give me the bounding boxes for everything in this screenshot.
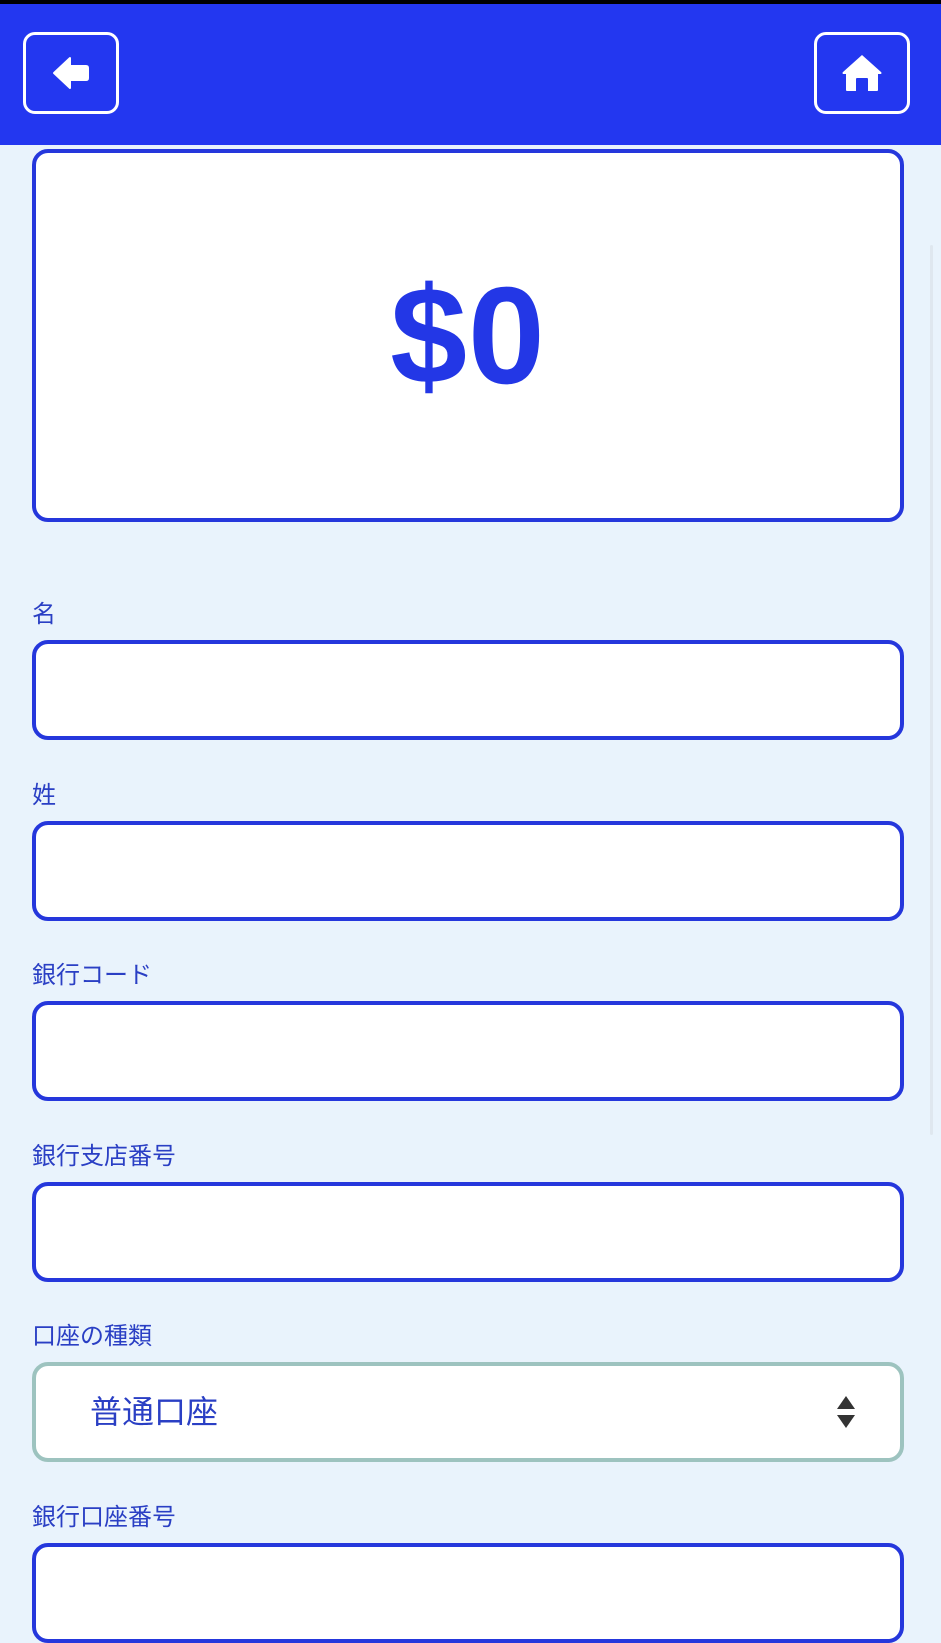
home-icon	[841, 53, 883, 93]
scrollbar[interactable]	[930, 245, 933, 1135]
amount-display: $0	[32, 149, 904, 522]
select-arrows-icon	[836, 1395, 856, 1429]
last-name-label: 姓	[32, 781, 56, 809]
account-number-input[interactable]	[32, 1543, 904, 1643]
bank-code-label: 銀行コード	[32, 961, 152, 989]
account-type-label: 口座の種類	[32, 1322, 152, 1350]
first-name-input[interactable]	[32, 640, 904, 740]
home-button[interactable]	[814, 32, 910, 114]
bank-code-input[interactable]	[32, 1001, 904, 1101]
last-name-input[interactable]	[32, 821, 904, 921]
account-number-label: 銀行口座番号	[32, 1503, 176, 1531]
back-button[interactable]	[23, 32, 119, 114]
branch-number-input[interactable]	[32, 1182, 904, 1282]
arrow-left-icon	[52, 56, 90, 90]
branch-number-label: 銀行支店番号	[32, 1142, 176, 1170]
first-name-label: 名	[32, 600, 56, 628]
account-type-value: 普通口座	[90, 1393, 219, 1431]
app-header	[0, 4, 941, 145]
amount-value: $0	[390, 258, 546, 413]
account-type-select[interactable]: 普通口座	[32, 1362, 904, 1462]
